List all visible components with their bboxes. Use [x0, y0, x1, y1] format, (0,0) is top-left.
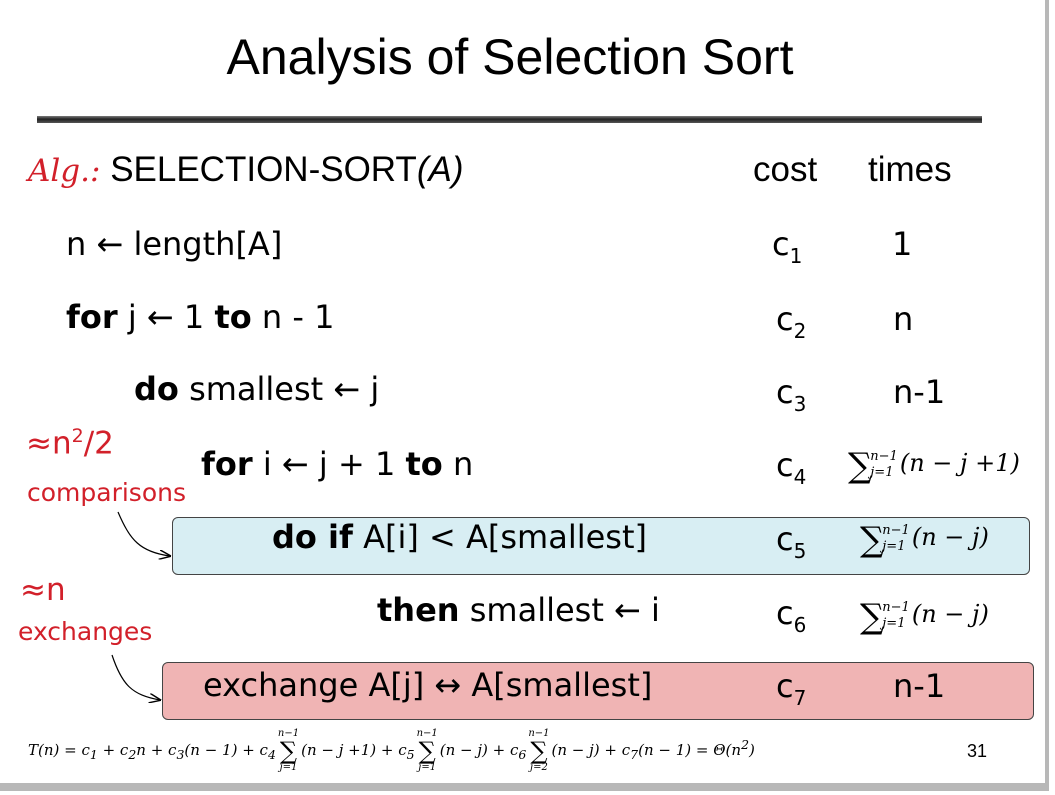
comparisons-arrow	[117, 511, 170, 556]
slide: Analysis of Selection Sort Alg.: SELECTI…	[0, 0, 1049, 791]
page-number: 31	[967, 741, 988, 761]
annotation-arrows	[111, 511, 1045, 783]
running-time-formula: T(n) = c1 + c2n + c3(n − 1) + c4n−1 ∑ j=1(…	[28, 728, 755, 773]
exchanges-arrow	[111, 654, 160, 700]
